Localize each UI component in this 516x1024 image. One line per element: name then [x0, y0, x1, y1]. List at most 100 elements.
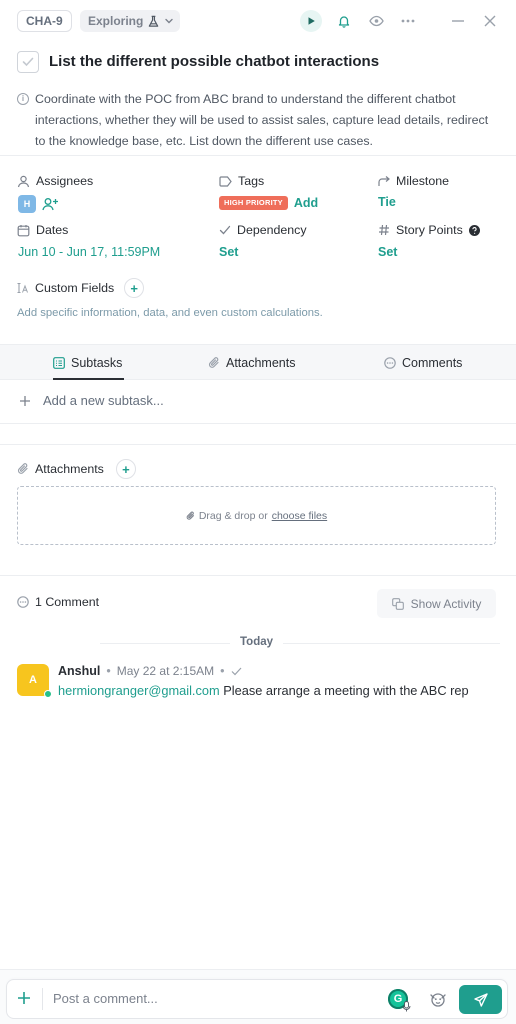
activity-icon: [391, 597, 404, 610]
online-status-dot: [44, 690, 52, 698]
paperclip-icon: [208, 356, 219, 368]
story-points-label: Story Points: [396, 223, 463, 237]
send-icon: [473, 992, 488, 1007]
comment-input[interactable]: Post a comment...: [53, 991, 158, 1006]
tab-subtasks[interactable]: Subtasks: [53, 345, 125, 380]
minimize-icon[interactable]: [448, 11, 468, 31]
separator-dot: •: [106, 664, 111, 678]
send-button[interactable]: [459, 985, 502, 1014]
divider: [0, 575, 516, 576]
milestone-label: Milestone: [396, 174, 450, 188]
comment-composer: Post a comment... G: [6, 979, 508, 1019]
paperclip-icon: [186, 511, 194, 520]
attachments-label: Attachments: [35, 462, 104, 476]
story-points-value[interactable]: Set: [378, 245, 397, 259]
more-icon[interactable]: [398, 11, 418, 31]
add-subtask-input[interactable]: Add a new subtask...: [43, 393, 164, 408]
header-actions: [300, 10, 500, 32]
status-label: Exploring: [88, 14, 144, 28]
dependency-label: Dependency: [237, 223, 307, 237]
add-attachment-button[interactable]: +: [115, 459, 136, 479]
custom-fields-header: Custom Fields +: [17, 278, 145, 298]
check-icon: [219, 225, 231, 235]
assignees-label: Assignees: [36, 174, 94, 188]
tag-high-priority[interactable]: HIGH PRIORITY: [219, 196, 288, 210]
microphone-icon[interactable]: [402, 1001, 411, 1012]
divider: [0, 444, 516, 445]
play-icon[interactable]: [300, 10, 322, 32]
eye-icon[interactable]: [366, 11, 386, 31]
tab-comments[interactable]: Comments: [384, 345, 462, 380]
comment-author[interactable]: Anshul: [58, 664, 100, 678]
add-assignee-icon[interactable]: [42, 197, 59, 211]
attachments-header: Attachments +: [17, 459, 136, 479]
task-title[interactable]: List the different possible chatbot inte…: [49, 51, 379, 73]
dates-value[interactable]: Jun 10 - Jun 17, 11:59PM: [18, 245, 160, 259]
comment-body: hermiongranger@gmail.com Please arrange …: [58, 683, 469, 698]
user-icon: [17, 175, 30, 187]
day-divider-label: Today: [230, 636, 284, 648]
tags-label: Tags: [238, 174, 265, 188]
help-icon: [468, 224, 480, 236]
comment-icon: [384, 356, 396, 369]
add-custom-field-button[interactable]: +: [124, 278, 145, 298]
tab-label: Comments: [402, 355, 463, 370]
hash-icon: [379, 224, 389, 236]
custom-fields-hint: Add specific information, data, and even…: [17, 307, 323, 319]
milestone-value[interactable]: Tie: [378, 195, 396, 209]
assignees-value: H: [18, 195, 59, 213]
attachment-dropzone[interactable]: Drag & drop or choose files: [17, 486, 496, 545]
dependency-field-label: Dependency: [219, 223, 307, 237]
tags-value: HIGH PRIORITY Add: [219, 196, 318, 210]
divider: [0, 423, 516, 424]
assignees-field-label: Assignees: [17, 174, 93, 188]
comment-icon: [17, 596, 29, 608]
emoji-icon[interactable]: [429, 990, 447, 1008]
status-dropdown[interactable]: Exploring: [80, 10, 181, 32]
tabs-bar: Subtasks Attachments Comments: [0, 344, 516, 380]
dropzone-text: Drag & drop or: [198, 509, 268, 522]
subtasks-icon: [53, 356, 65, 369]
text-field-icon: [17, 282, 28, 294]
dates-field-label: Dates: [17, 223, 68, 237]
story-points-field-label: Story Points: [378, 223, 480, 237]
divider: [0, 155, 516, 156]
choose-files-link[interactable]: choose files: [272, 510, 327, 522]
composer-plus-icon[interactable]: [17, 991, 31, 1005]
comments-header: 1 Comment: [17, 595, 99, 609]
plus-icon: [20, 395, 30, 406]
add-tag-button[interactable]: Add: [294, 196, 318, 210]
day-divider-line: [100, 643, 500, 644]
comments-count: 1 Comment: [35, 595, 100, 609]
custom-fields-label: Custom Fields: [35, 281, 115, 295]
paperclip-icon: [17, 463, 28, 474]
add-subtask-row[interactable]: Add a new subtask...: [19, 393, 164, 408]
close-icon[interactable]: [480, 11, 500, 31]
comment-text: Please arrange a meeting with the ABC re…: [223, 683, 469, 698]
avatar[interactable]: H: [18, 195, 36, 213]
task-complete-checkbox[interactable]: [17, 51, 39, 73]
info-icon: i: [17, 93, 29, 105]
milestone-field-label: Milestone: [378, 174, 449, 188]
tag-icon: [219, 175, 232, 187]
show-activity-button[interactable]: Show Activity: [377, 589, 496, 618]
show-activity-label: Show Activity: [410, 596, 482, 611]
milestone-arrow-icon: [378, 175, 390, 186]
comment-mention[interactable]: hermiongranger@gmail.com: [58, 683, 220, 698]
bell-icon[interactable]: [334, 11, 354, 31]
chevron-down-icon: [164, 16, 174, 26]
tab-label: Subtasks: [71, 355, 123, 370]
seen-check-icon: [231, 667, 241, 675]
separator-dot: •: [220, 664, 225, 678]
task-description[interactable]: i Coordinate with the POC from ABC brand…: [17, 89, 499, 152]
task-id-chip[interactable]: CHA-9: [17, 10, 72, 32]
calendar-icon: [17, 224, 30, 236]
composer-divider: [42, 988, 43, 1010]
dependency-value[interactable]: Set: [219, 245, 238, 259]
tab-attachments[interactable]: Attachments: [208, 345, 295, 380]
status-flask-icon: [147, 15, 160, 28]
tags-field-label: Tags: [219, 174, 264, 188]
comment-timestamp[interactable]: May 22 at 2:15AM: [117, 664, 214, 678]
comment-meta: Anshul • May 22 at 2:15AM •: [58, 664, 242, 678]
description-text: Coordinate with the POC from ABC brand t…: [35, 92, 489, 148]
